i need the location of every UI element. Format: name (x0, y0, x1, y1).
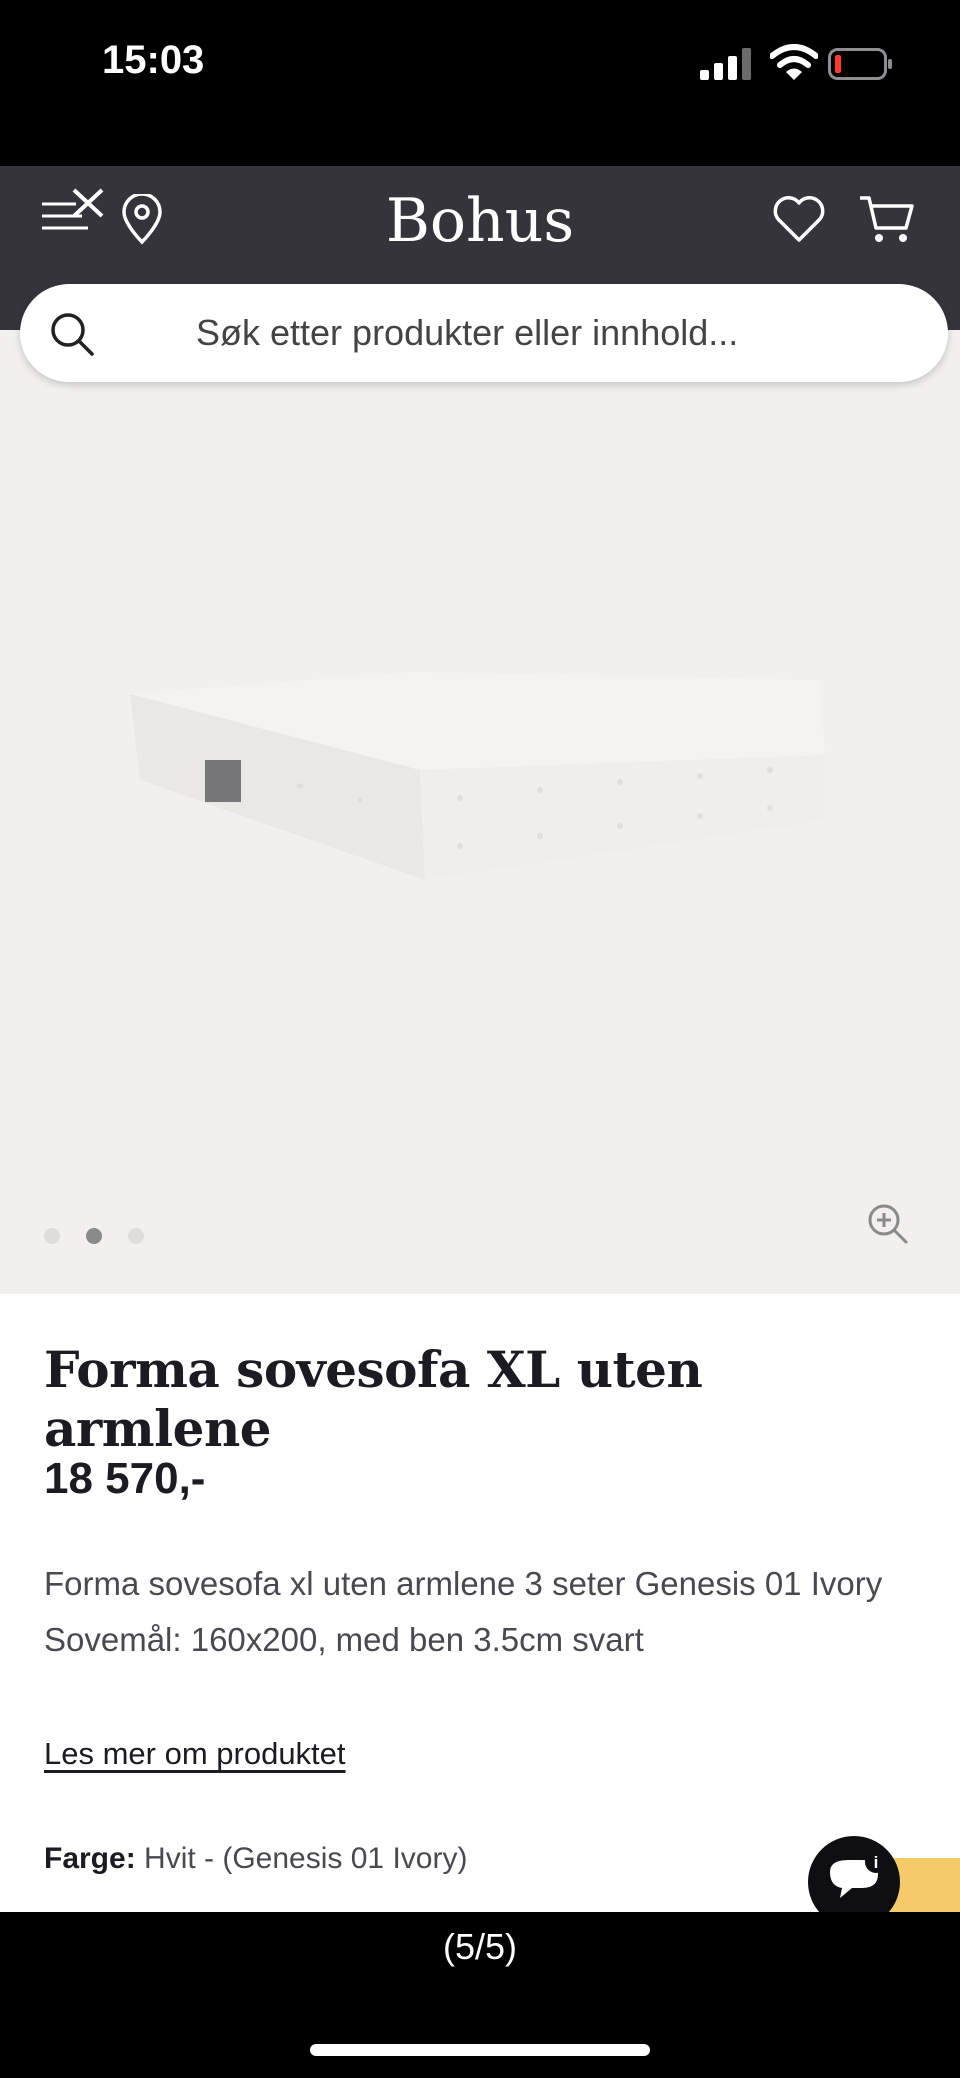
home-indicator[interactable] (310, 2044, 650, 2056)
cart-icon[interactable] (858, 192, 916, 246)
sofa-bed-image (130, 672, 825, 880)
gallery-dot-2[interactable] (86, 1228, 102, 1244)
svg-text:i: i (874, 1853, 879, 1872)
zoom-in-icon[interactable] (866, 1202, 910, 1246)
heart-icon[interactable] (772, 194, 826, 244)
wifi-icon (770, 44, 818, 80)
product-description: Forma sovesofa xl uten armlene 3 seter G… (44, 1565, 883, 1658)
page-counter: (5/5) (442, 1926, 518, 1967)
search-icon (51, 313, 94, 356)
cellular-signal-icon (700, 48, 751, 80)
search-bar[interactable] (20, 284, 948, 382)
status-bar: 15:03 (0, 0, 960, 166)
search-input[interactable] (196, 308, 896, 358)
status-time: 15:03 (102, 38, 205, 82)
gallery-dot-3[interactable] (128, 1228, 144, 1244)
color-value: Hvit - (Genesis 01 Ivory) (144, 1842, 468, 1875)
product-price: 18 570,- (44, 1454, 206, 1503)
product-image-gallery[interactable] (0, 330, 960, 1294)
gallery-dot-1[interactable] (44, 1228, 60, 1244)
battery-icon (828, 48, 892, 80)
color-row: Farge: Hvit - (Genesis 01 Ivory) (44, 1842, 467, 1876)
read-more-link[interactable]: Les mer om produktet (44, 1736, 346, 1772)
color-label: Farge: (44, 1842, 136, 1875)
product-title: Forma sovesofa XL uten armlene (44, 1340, 703, 1458)
product-info: Forma sovesofa XL uten armlene 18 570,- … (0, 1294, 960, 1928)
